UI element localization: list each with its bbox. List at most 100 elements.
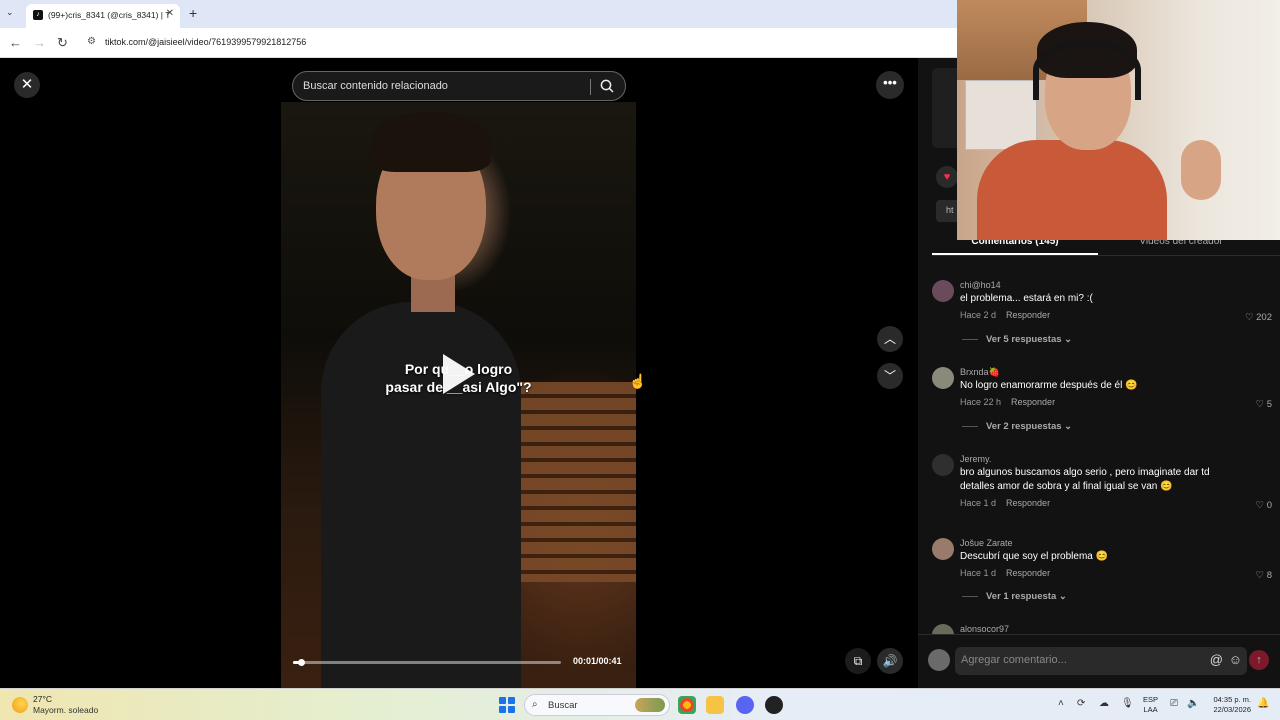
comment-likes[interactable]: ♡ 8 <box>1256 570 1272 581</box>
like-count: 8 <box>1266 570 1272 581</box>
comment-likes[interactable]: ♡ 202 <box>1245 312 1272 323</box>
view-replies-button[interactable]: Ver 5 respuestas ⌄ <box>962 334 1072 345</box>
close-video-button[interactable]: ✕ <box>14 72 40 98</box>
input-language[interactable]: ESP LAA <box>1143 695 1158 715</box>
wall-calendar-image <box>965 80 1037 150</box>
tray-chevron-up-icon[interactable]: ˄ <box>1058 698 1064 709</box>
view-replies-button[interactable]: Ver 1 respuesta ⌄ <box>962 591 1067 602</box>
app-icon[interactable] <box>765 696 783 714</box>
browser-tab[interactable]: ♪ (99+)cris_8341 (@cris_8341) | T ✕ <box>26 4 180 28</box>
heart-outline-icon: ♡ <box>1244 312 1257 323</box>
volume-icon[interactable]: 🔊 <box>877 648 903 674</box>
heart-outline-icon: ♡ <box>1255 570 1267 581</box>
video-progress-bar[interactable] <box>293 659 561 666</box>
comment-username[interactable]: Jeremy. <box>960 454 991 464</box>
comment-text: bro algunos buscamos algo serio , pero i… <box>960 467 1210 492</box>
weather-sun-icon[interactable] <box>12 697 28 713</box>
avatar[interactable] <box>928 649 950 671</box>
notification-bell-icon[interactable]: 🔔 <box>1257 698 1269 709</box>
comment-likes[interactable]: ♡ 0 <box>1256 500 1272 511</box>
monitor-icon[interactable]: ⎚ <box>1170 698 1178 709</box>
comment-text: el problema... estará en mi? :( <box>960 293 1093 304</box>
comment-text: Descubrí que soy el problema 😊 <box>960 551 1109 562</box>
lang-top: ESP <box>1143 695 1159 704</box>
comment-input[interactable]: Agregar comentario... @ ☺ <box>955 647 1247 675</box>
reply-link[interactable]: Responder <box>1006 568 1050 578</box>
view-replies-button[interactable]: Ver 2 respuestas ⌄ <box>962 421 1072 432</box>
microphone-icon[interactable]: 🎙 <box>1121 698 1134 709</box>
sync-icon[interactable]: ⟳ <box>1077 698 1085 709</box>
site-info-icon[interactable]: ⚙ <box>87 36 96 47</box>
video-frame[interactable]: Por qu__o logro pasar de __asi Algo"? 00… <box>281 102 636 688</box>
back-arrow-icon[interactable]: ← <box>9 35 22 50</box>
progress-knob[interactable] <box>298 659 306 666</box>
search-icon: ⌕ <box>532 699 538 710</box>
system-clock[interactable]: 04:35 p. m. 22/03/2026 <box>1207 695 1251 715</box>
avatar[interactable] <box>932 538 954 560</box>
cloud-icon[interactable]: ☁ <box>1099 698 1109 709</box>
tab-close-icon[interactable]: ✕ <box>166 8 174 19</box>
file-explorer-icon[interactable] <box>706 696 724 714</box>
search-highlight-image <box>635 698 665 712</box>
forward-arrow-icon[interactable]: → <box>33 35 46 50</box>
view-replies-label: Ver 5 respuestas <box>986 334 1062 345</box>
chevron-down-icon: ⌄ <box>1058 591 1067 602</box>
comment-username[interactable]: alonsocor97 <box>960 624 1009 634</box>
reply-link[interactable]: Responder <box>1011 397 1055 407</box>
comment-time: Hace 2 d <box>960 310 997 320</box>
comment-username[interactable]: Brxnda🍓 <box>960 367 1000 378</box>
comment-placeholder: Agregar comentario... <box>961 654 1067 666</box>
comment-composer: Agregar comentario... @ ☺ ↑ <box>918 634 1280 688</box>
chrome-icon[interactable] <box>678 696 696 714</box>
search-placeholder: Buscar contenido relacionado <box>303 80 448 92</box>
comment-username[interactable]: chi@ho14 <box>960 280 1001 290</box>
comment-meta: Hace 2 d Responder <box>960 310 1050 320</box>
previous-video-chevron-up-icon[interactable]: ︿ <box>877 326 903 352</box>
send-arrow-up-icon[interactable]: ↑ <box>1249 650 1269 670</box>
chevron-down-icon: ⌄ <box>1064 334 1073 345</box>
comment-username[interactable]: Jošue Zarate <box>960 538 1013 548</box>
comment-meta: Hace 1 d Responder <box>960 498 1050 508</box>
play-icon[interactable] <box>443 354 475 394</box>
reload-icon[interactable]: ↻ <box>57 35 68 51</box>
more-options-button[interactable]: ••• <box>876 71 904 99</box>
next-video-chevron-down-icon[interactable]: ﹀ <box>877 363 903 389</box>
avatar[interactable] <box>932 280 954 302</box>
view-replies-label: Ver 2 respuestas <box>986 421 1062 432</box>
avatar[interactable] <box>932 367 954 389</box>
weather-desc[interactable]: Mayorm. soleado <box>33 705 98 715</box>
search-icon[interactable] <box>599 78 615 94</box>
address-bar-row: ← → ↻ ⚙ tiktok.com/@jaisieel/video/76193… <box>0 28 957 58</box>
reply-link[interactable]: Responder <box>1006 498 1050 508</box>
comment-time: Hace 1 d <box>960 568 997 578</box>
windows-start-icon[interactable] <box>499 697 515 713</box>
headset-image <box>1033 40 1141 100</box>
comment-time: Hace 1 d <box>960 498 997 508</box>
related-search-input[interactable]: Buscar contenido relacionado <box>292 71 626 101</box>
heart-outline-icon: ♡ <box>1255 399 1267 410</box>
webcam-overlay-image <box>957 0 1280 240</box>
floating-player-icon[interactable]: ⧉ <box>845 648 871 674</box>
reply-link[interactable]: Responder <box>1006 310 1050 320</box>
tab-list-chevron-icon[interactable]: ⌄ <box>6 7 14 18</box>
tiktok-favicon-icon: ♪ <box>33 10 43 20</box>
discord-icon[interactable] <box>736 696 754 714</box>
comments-list: chi@ho14 el problema... estará en mi? :(… <box>918 268 1280 634</box>
comment-time: Hace 22 h <box>960 397 1002 407</box>
avatar[interactable] <box>932 454 954 476</box>
speaker-icon[interactable]: 🔈 <box>1187 698 1199 709</box>
taskbar-search[interactable]: ⌕ Buscar <box>524 694 670 716</box>
view-replies-label: Ver 1 respuesta <box>986 591 1057 602</box>
like-heart-icon[interactable]: ♥ <box>936 166 958 188</box>
weather-temp[interactable]: 27°C <box>33 694 52 704</box>
chevron-down-icon: ⌄ <box>1064 421 1073 432</box>
new-tab-plus-icon[interactable]: + <box>189 5 197 21</box>
browser-tab-bar: ⌄ ♪ (99+)cris_8341 (@cris_8341) | T ✕ + <box>0 0 957 28</box>
avatar[interactable] <box>932 624 954 634</box>
comment-likes[interactable]: ♡ 5 <box>1256 399 1272 410</box>
streamer-shirt-image <box>977 140 1167 240</box>
url-field[interactable]: ⚙ tiktok.com/@jaisieel/video/76193995799… <box>84 33 944 53</box>
mention-at-icon[interactable]: @ <box>1210 652 1223 667</box>
emoji-icon[interactable]: ☺ <box>1229 652 1242 667</box>
comment-meta: Hace 22 h Responder <box>960 397 1055 407</box>
